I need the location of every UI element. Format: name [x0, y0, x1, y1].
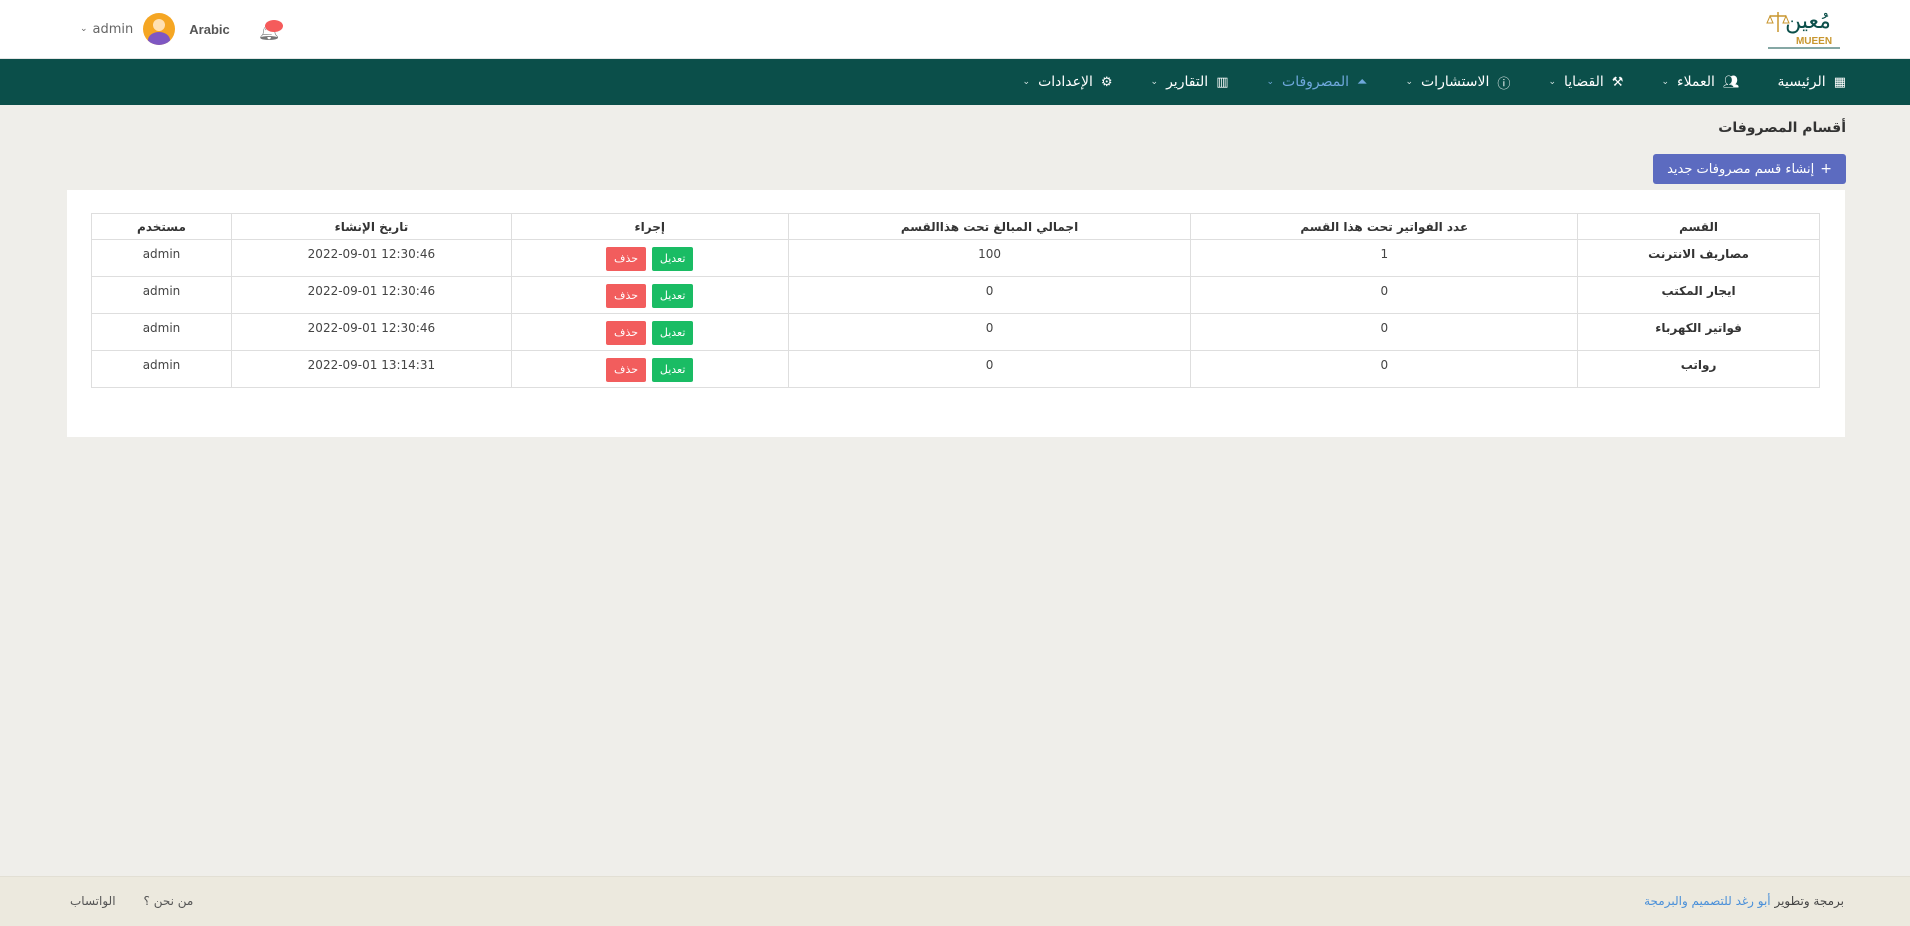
table-header-row: القسم عدد الفواتير تحت هذا القسم اجمالي … [91, 213, 1820, 240]
notification-bell[interactable]: 🔔︎ [256, 15, 284, 43]
gavel-icon: ⚒ [1611, 74, 1624, 90]
top-header: مُعين MUEEN ⌄ admin Arabic 🔔︎ [0, 0, 1910, 59]
logo-graphic: مُعين MUEEN [1766, 9, 1840, 49]
total-amount: 0 [787, 313, 1192, 351]
expense-categories-table: القسم عدد الفواتير تحت هذا القسم اجمالي … [91, 213, 1820, 388]
chevron-down-icon: ⌄ [1022, 77, 1031, 87]
svg-text:MUEEN: MUEEN [1796, 36, 1832, 47]
chevron-down-icon: ⌄ [1661, 77, 1669, 87]
nav-item-clients[interactable]: 👥︎ العملاء ⌄ [1661, 74, 1739, 90]
page-title: أقسام المصروفات [1718, 120, 1846, 136]
expense-categories-card: القسم عدد الفواتير تحت هذا القسم اجمالي … [67, 190, 1845, 437]
nav-label: التقارير [1166, 74, 1209, 90]
chevron-down-icon: ⌄ [1150, 77, 1159, 87]
row-actions: تعديل حذف [510, 239, 789, 277]
mueen-logo[interactable]: مُعين MUEEN [1762, 6, 1846, 52]
created-date: 2022-09-01 12:30:46 [230, 276, 512, 314]
credit-prefix: برمجة وتطوير [1774, 894, 1844, 908]
nav-label: العملاء [1677, 74, 1715, 90]
user-menu[interactable]: ⌄ admin [80, 13, 176, 45]
created-date: 2022-09-01 13:14:31 [230, 350, 512, 388]
row-actions: تعديل حذف [510, 276, 789, 314]
user-cell: admin [91, 313, 232, 351]
notification-badge [264, 20, 283, 32]
edit-button[interactable]: تعديل [651, 321, 694, 345]
invoice-count: 0 [1190, 313, 1579, 351]
nav-item-reports[interactable]: ▥ التقارير ⌄ [1151, 74, 1229, 90]
user-cell: admin [91, 350, 232, 388]
column-header-category: القسم [1577, 213, 1820, 240]
dashboard-icon: ▦ [1833, 74, 1846, 90]
delete-button[interactable]: حذف [606, 321, 647, 345]
footer-links: الواتساب من نحن ؟ [70, 894, 221, 908]
user-name: admin [92, 21, 134, 37]
button-label: إنشاء قسم مصروفات جديد [1667, 161, 1815, 177]
column-header-created-date: تاريخ الإنشاء [230, 213, 512, 240]
nav-label: المصروفات [1282, 74, 1350, 90]
invoice-count: 1 [1190, 239, 1579, 277]
nav-menu: ▦ الرئيسية 👥︎ العملاء ⌄ ⚒ القضايا ⌄ ⓘ ال… [985, 59, 1846, 105]
total-amount: 0 [787, 350, 1192, 388]
table-row: رواتب 0 0 تعديل حذف 2022-09-01 13:14:31 … [91, 350, 1820, 388]
total-amount: 0 [787, 276, 1192, 314]
about-link[interactable]: من نحن ؟ [144, 894, 194, 908]
column-header-total: اجمالي المبالغ تحت هذاالقسم [787, 213, 1192, 240]
nav-item-cases[interactable]: ⚒ القضايا ⌄ [1548, 74, 1623, 90]
edit-button[interactable]: تعديل [651, 247, 694, 271]
total-amount: 100 [787, 239, 1192, 277]
delete-button[interactable]: حذف [606, 247, 647, 271]
create-expense-category-button[interactable]: + إنشاء قسم مصروفات جديد [1653, 154, 1846, 184]
delete-button[interactable]: حذف [606, 284, 647, 308]
invoice-count: 0 [1190, 350, 1579, 388]
created-date: 2022-09-01 12:30:46 [230, 313, 512, 351]
row-actions: تعديل حذف [510, 350, 789, 388]
footer-credit: برمجة وتطوير أبو رغد للتصميم والبرمجة [1644, 894, 1844, 908]
nav-item-consultations[interactable]: ⓘ الاستشارات ⌄ [1405, 73, 1510, 92]
language-switcher[interactable]: Arabic [189, 22, 229, 37]
table-row: ايجار المكتب 0 0 تعديل حذف 2022-09-01 12… [91, 276, 1820, 314]
nav-label: الرئيسية [1777, 74, 1826, 90]
category-name: رواتب [1577, 350, 1820, 388]
chevron-down-icon: ⌄ [1548, 77, 1556, 87]
chevron-down-icon: ⌄ [1405, 77, 1413, 87]
credit-link[interactable]: أبو رغد للتصميم والبرمجة [1644, 894, 1771, 908]
chevron-down-icon: ⌄ [1266, 77, 1275, 87]
chevron-down-icon: ⌄ [80, 24, 88, 34]
delete-button[interactable]: حذف [606, 358, 647, 382]
row-actions: تعديل حذف [510, 313, 789, 351]
nav-item-settings[interactable]: ⚙ الإعدادات ⌄ [1023, 74, 1113, 90]
edit-button[interactable]: تعديل [651, 284, 694, 308]
user-cell: admin [91, 276, 232, 314]
category-name: فواتير الكهرباء [1577, 313, 1820, 351]
invoice-count: 0 [1190, 276, 1579, 314]
created-date: 2022-09-01 12:30:46 [230, 239, 512, 277]
footer: برمجة وتطوير أبو رغد للتصميم والبرمجة ال… [0, 876, 1910, 926]
table-row: فواتير الكهرباء 0 0 تعديل حذف 2022-09-01… [91, 313, 1820, 351]
column-header-action: إجراء [510, 213, 789, 240]
chevrons-up-icon: ⏶ [1357, 74, 1368, 90]
table-row: مصاريف الانترنت 1 100 تعديل حذف 2022-09-… [91, 239, 1820, 277]
edit-button[interactable]: تعديل [651, 358, 694, 382]
chart-icon: ▥ [1216, 74, 1229, 90]
nav-label: الاستشارات [1421, 74, 1490, 90]
gear-icon: ⚙ [1100, 74, 1113, 90]
category-name: ايجار المكتب [1577, 276, 1820, 314]
main-navbar: ▦ الرئيسية 👥︎ العملاء ⌄ ⚒ القضايا ⌄ ⓘ ال… [0, 59, 1910, 105]
nav-item-expenses[interactable]: ⏶ المصروفات ⌄ [1266, 74, 1367, 90]
whatsapp-link[interactable]: الواتساب [70, 894, 116, 908]
nav-label: القضايا [1563, 74, 1604, 90]
column-header-user: مستخدم [91, 213, 232, 240]
column-header-invoice-count: عدد الفواتير تحت هذا القسم [1190, 213, 1579, 240]
info-icon: ⓘ [1497, 76, 1511, 92]
svg-text:مُعين: مُعين [1785, 9, 1831, 34]
user-cell: admin [91, 239, 232, 277]
plus-icon: + [1820, 161, 1832, 177]
category-name: مصاريف الانترنت [1577, 239, 1820, 277]
avatar[interactable] [143, 13, 176, 45]
nav-item-home[interactable]: ▦ الرئيسية [1777, 74, 1846, 90]
users-icon: 👥︎ [1722, 74, 1740, 90]
header-left-group: ⌄ admin Arabic 🔔︎ [80, 12, 284, 46]
nav-label: الإعدادات [1038, 74, 1093, 90]
